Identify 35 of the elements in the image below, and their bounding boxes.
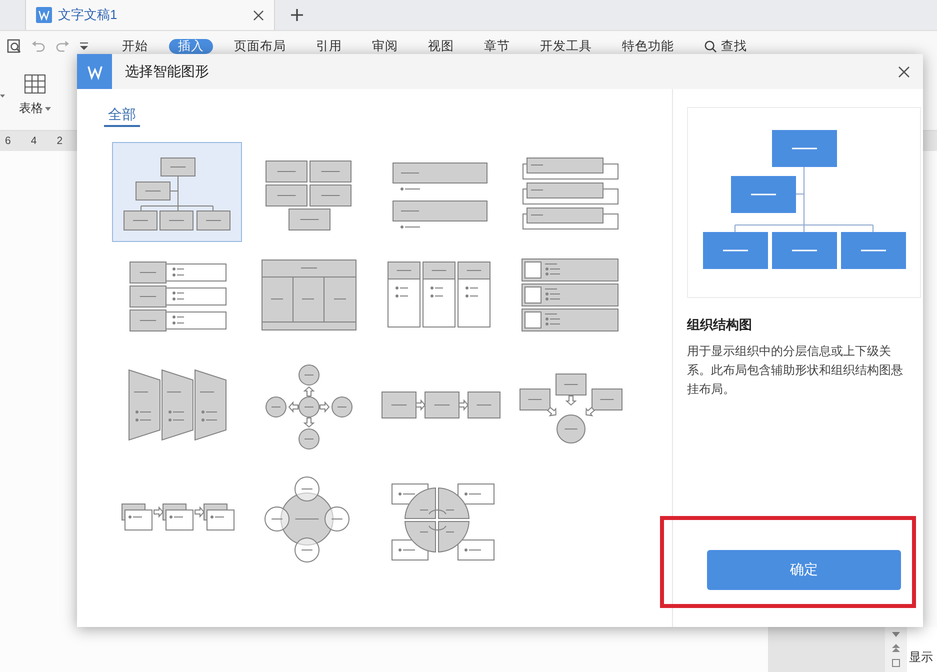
undo-icon[interactable] [31, 40, 46, 52]
ruler-number: 4 [30, 135, 37, 147]
menu-tab[interactable]: 视图 [419, 38, 463, 54]
menu-tab[interactable]: 引用 [307, 38, 351, 54]
page-up-icon[interactable] [892, 644, 900, 652]
dropdown-icon[interactable] [79, 41, 89, 51]
close-icon[interactable] [898, 66, 910, 78]
menu-tab[interactable]: 页面布局 [225, 38, 295, 54]
print-preview-icon[interactable] [7, 38, 22, 54]
menu-tab[interactable]: 开始 [113, 38, 157, 54]
caret-icon[interactable] [0, 94, 5, 98]
redo-icon[interactable] [55, 40, 70, 52]
menu-tab[interactable]: 特色功能 [613, 38, 683, 54]
ruler-number: 2 [56, 135, 63, 147]
table-icon [24, 74, 46, 94]
document-icon [36, 7, 52, 23]
preview-title: 组织结构图 [687, 316, 753, 334]
scroll-down-icon[interactable] [892, 632, 900, 638]
caret-icon [45, 106, 51, 110]
menu-tab[interactable]: 章节 [475, 38, 519, 54]
document-tab[interactable]: 文字文稿1 [25, 0, 275, 30]
layout-thumbnail[interactable] [112, 142, 242, 242]
status-label: 显示 [908, 649, 934, 666]
square-icon[interactable] [892, 658, 900, 667]
dialog-title: 选择智能图形 [125, 62, 209, 80]
search-button[interactable]: 查找 [695, 38, 756, 54]
menu-tab[interactable]: 开发工具 [531, 38, 601, 54]
ruler-number: 6 [5, 135, 11, 147]
menu-tab[interactable]: 审阅 [363, 38, 407, 54]
table-button[interactable]: 表格 [15, 70, 55, 121]
search-icon [704, 40, 717, 52]
document-title: 文字文稿1 [58, 6, 118, 24]
preview-description: 用于显示组织中的分层信息或上下级关系。此布局包含辅助形状和组织结构图悬挂布局。 [687, 343, 904, 398]
category-tab[interactable]: 全部 [104, 106, 140, 127]
close-icon[interactable] [253, 10, 264, 20]
